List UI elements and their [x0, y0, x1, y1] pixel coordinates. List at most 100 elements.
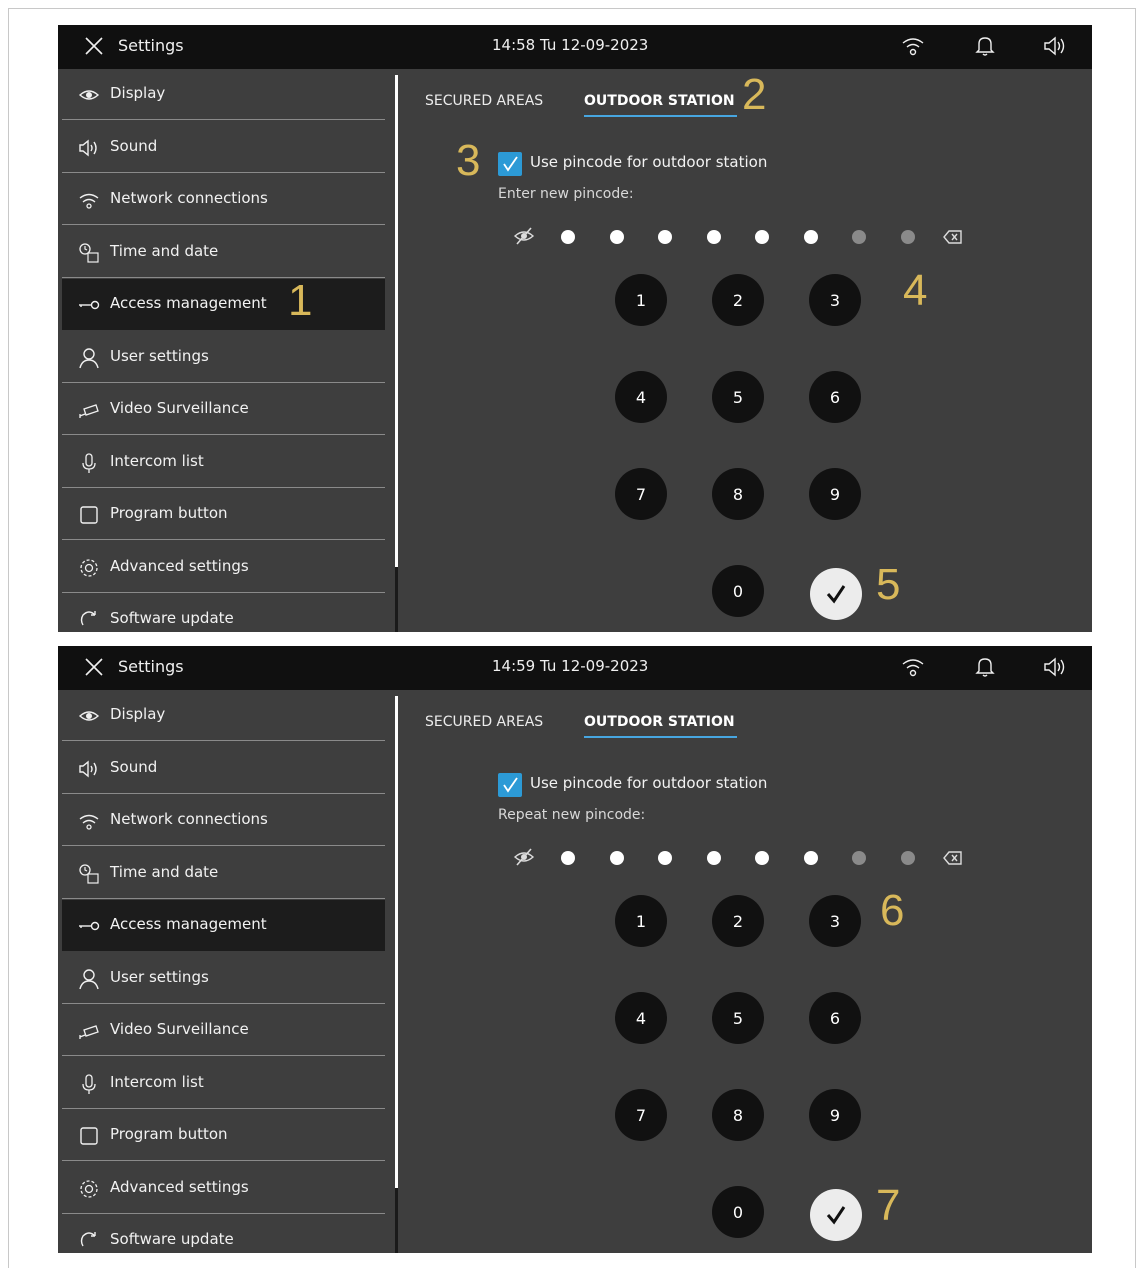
menu-item-label: Video Surveillance — [110, 1020, 249, 1038]
callout-4: 4 — [903, 266, 928, 315]
menu-item-display[interactable]: Display — [62, 69, 385, 120]
keypad-key-4[interactable]: 4 — [615, 371, 667, 423]
menu-item-access-management[interactable]: Access management — [62, 279, 385, 330]
keypad-key-7[interactable]: 7 — [615, 1089, 667, 1141]
menu-item-display[interactable]: Display — [62, 690, 385, 741]
menu-item-label: Display — [110, 705, 166, 723]
menu-item-label: Access management — [110, 915, 267, 933]
menu-item-network-connections[interactable]: Network connections — [62, 174, 385, 225]
menu-item-sound[interactable]: Sound — [62, 122, 385, 173]
pin-dot — [852, 851, 866, 865]
menu-item-label: Sound — [110, 758, 158, 776]
menu-item-video-surveillance[interactable]: Video Surveillance — [62, 1005, 385, 1056]
backspace-icon[interactable] — [943, 850, 963, 870]
close-icon[interactable] — [84, 36, 104, 60]
camera-icon — [78, 399, 100, 421]
check-icon — [826, 1206, 846, 1225]
menu-item-software-update[interactable]: Software update — [62, 1215, 385, 1253]
speaker-icon[interactable] — [1042, 657, 1068, 681]
keypad-key-9[interactable]: 9 — [809, 468, 861, 520]
top-bar: Settings 14:59 Tu 12-09-2023 — [58, 646, 1092, 690]
menu-item-intercom-list[interactable]: Intercom list — [62, 437, 385, 488]
keypad-key-9[interactable]: 9 — [809, 1089, 861, 1141]
keypad-key-2[interactable]: 2 — [712, 895, 764, 947]
keypad-key-3[interactable]: 3 — [809, 895, 861, 947]
menu-item-label: Network connections — [110, 189, 268, 207]
menu-item-program-button[interactable]: Program button — [62, 1110, 385, 1161]
menu-item-intercom-list[interactable]: Intercom list — [62, 1058, 385, 1109]
square-button-icon — [78, 1125, 100, 1147]
pin-dot — [658, 230, 672, 244]
bell-icon[interactable] — [975, 35, 995, 61]
tab-secured-areas[interactable]: SECURED AREAS — [425, 714, 543, 730]
keypad-key-6[interactable]: 6 — [809, 992, 861, 1044]
refresh-icon — [78, 609, 100, 631]
eye-off-icon[interactable] — [513, 846, 535, 872]
menu-item-time-and-date[interactable]: Time and date — [62, 848, 385, 899]
close-icon[interactable] — [84, 657, 104, 681]
backspace-icon[interactable] — [943, 229, 963, 249]
clock-calendar-icon — [78, 863, 100, 885]
scrollbar-thumb[interactable] — [395, 75, 398, 567]
menu-item-software-update[interactable]: Software update — [62, 594, 385, 632]
screen-title: Settings — [118, 36, 184, 55]
camera-icon — [78, 1020, 100, 1042]
bell-icon[interactable] — [975, 656, 995, 682]
menu-item-access-management[interactable]: Access management — [62, 900, 385, 951]
keypad-key-4[interactable]: 4 — [615, 992, 667, 1044]
confirm-button[interactable] — [810, 1189, 862, 1241]
screen-title: Settings — [118, 657, 184, 676]
pincode-prompt: Enter new pincode: — [498, 186, 634, 202]
keypad-key-8[interactable]: 8 — [712, 468, 764, 520]
keypad-key-2[interactable]: 2 — [712, 274, 764, 326]
tab-outdoor-station[interactable]: OUTDOOR STATION — [584, 714, 735, 730]
pin-dot — [706, 851, 721, 865]
menu-item-advanced-settings[interactable]: Advanced settings — [62, 1163, 385, 1214]
keypad-key-1[interactable]: 1 — [615, 895, 667, 947]
keypad-key-3[interactable]: 3 — [809, 274, 861, 326]
tab-secured-areas[interactable]: SECURED AREAS — [425, 93, 543, 109]
keypad-key-0[interactable]: 0 — [712, 1186, 764, 1238]
menu-item-label: Time and date — [110, 242, 219, 260]
wifi-icon[interactable] — [901, 656, 925, 682]
user-icon — [78, 347, 100, 369]
keypad-key-1[interactable]: 1 — [615, 274, 667, 326]
keypad-key-6[interactable]: 6 — [809, 371, 861, 423]
scrollbar-thumb[interactable] — [395, 696, 398, 1188]
keypad-key-0[interactable]: 0 — [712, 565, 764, 617]
checkmark-icon — [503, 156, 518, 172]
key-icon — [78, 915, 100, 937]
menu-item-program-button[interactable]: Program button — [62, 489, 385, 540]
pin-dot — [609, 851, 624, 865]
keypad-key-5[interactable]: 5 — [712, 992, 764, 1044]
pin-dot — [609, 230, 624, 244]
menu-item-video-surveillance[interactable]: Video Surveillance — [62, 384, 385, 435]
confirm-button[interactable] — [810, 568, 862, 620]
keypad-key-5[interactable]: 5 — [712, 371, 764, 423]
menu-item-network-connections[interactable]: Network connections — [62, 795, 385, 846]
menu-item-time-and-date[interactable]: Time and date — [62, 227, 385, 278]
menu-item-advanced-settings[interactable]: Advanced settings — [62, 542, 385, 593]
menu-item-sound[interactable]: Sound — [62, 743, 385, 794]
refresh-icon — [78, 1230, 100, 1252]
menu-item-user-settings[interactable]: User settings — [62, 332, 385, 383]
menu-item-label: Access management — [110, 294, 267, 312]
pin-dot — [852, 230, 866, 244]
use-pincode-checkbox[interactable] — [498, 773, 522, 797]
eye-off-icon[interactable] — [513, 225, 535, 251]
active-tab-indicator — [584, 736, 737, 738]
tab-outdoor-station[interactable]: OUTDOOR STATION — [584, 93, 735, 109]
use-pincode-checkbox[interactable] — [498, 152, 522, 176]
menu-item-label: Time and date — [110, 863, 219, 881]
pin-dot — [900, 851, 915, 865]
speaker-icon[interactable] — [1042, 36, 1068, 60]
keypad-key-7[interactable]: 7 — [615, 468, 667, 520]
keypad-key-8[interactable]: 8 — [712, 1089, 764, 1141]
menu-item-user-settings[interactable]: User settings — [62, 953, 385, 1004]
menu-item-label: Video Surveillance — [110, 399, 249, 417]
callout-3: 3 — [456, 136, 481, 185]
settings-menu: Display Sound Network connections Time a… — [62, 690, 385, 1253]
callout-6: 6 — [880, 886, 905, 935]
wifi-icon — [78, 810, 100, 832]
wifi-icon[interactable] — [901, 35, 925, 61]
